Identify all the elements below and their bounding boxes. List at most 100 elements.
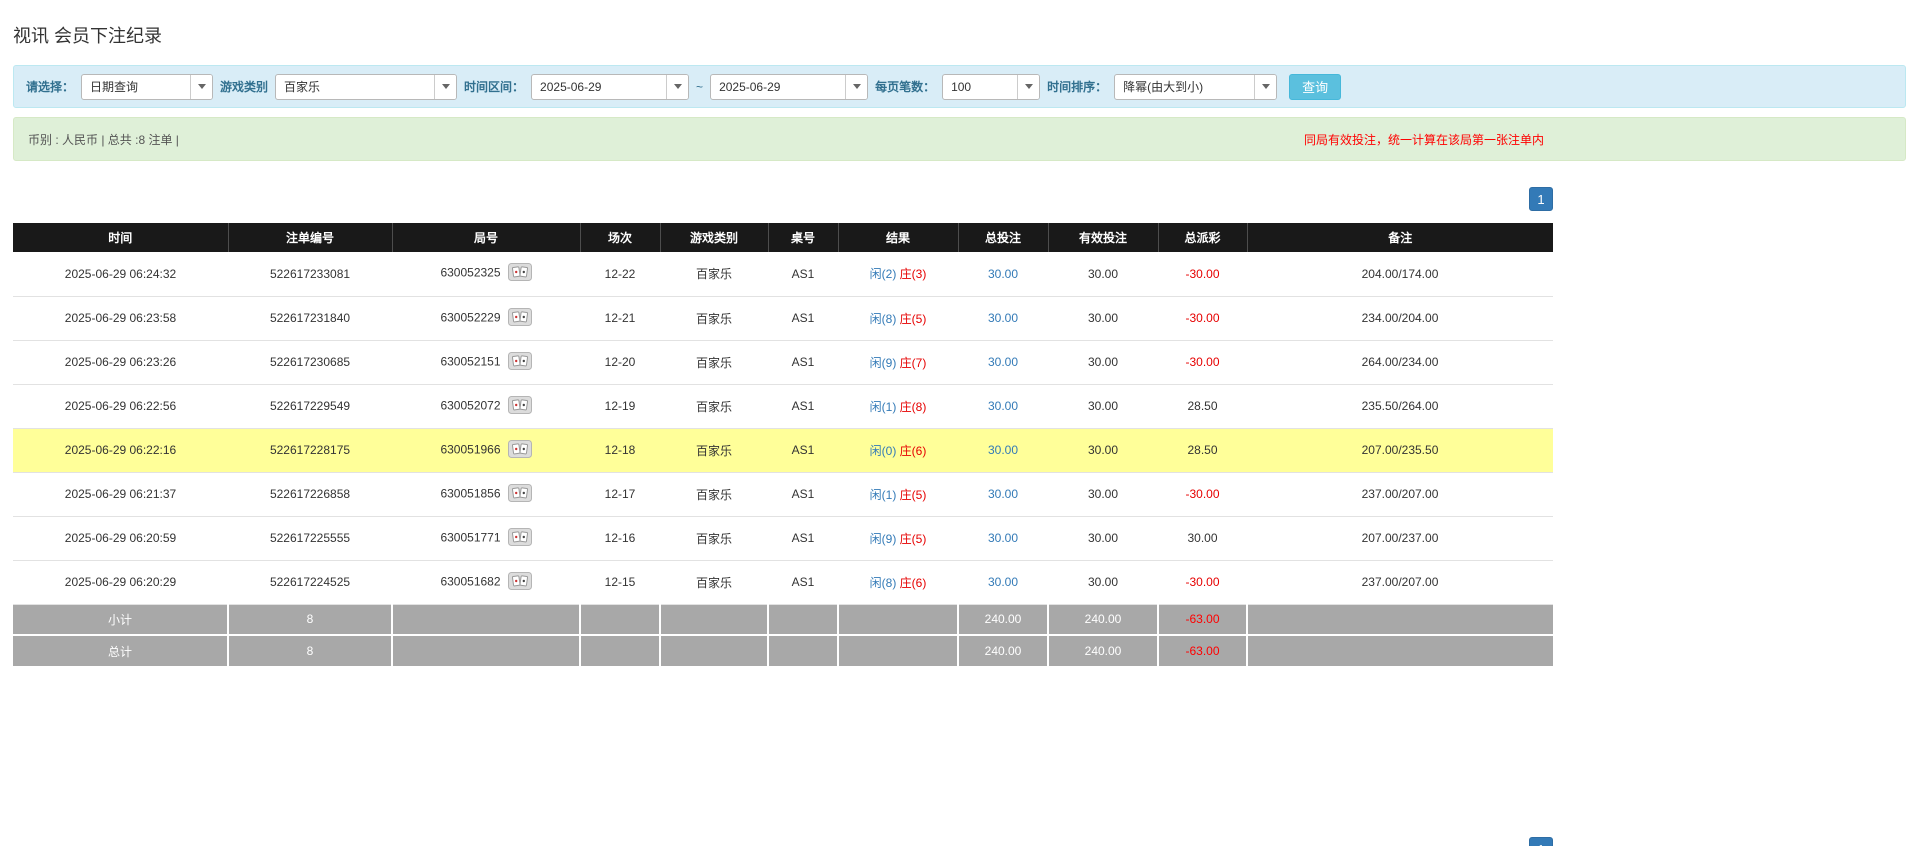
result-player: 闲(8) [869, 575, 897, 590]
cell-game-type: 百家乐 [660, 472, 768, 517]
game-type-dropdown-button[interactable] [434, 74, 457, 99]
cell-result: 闲(9) 庄(5) [838, 516, 958, 561]
game-result-icon[interactable] [507, 263, 532, 284]
total-total-bet: 240.00 [958, 635, 1049, 666]
game-result-icon[interactable] [507, 483, 532, 505]
cell-round: 630052325 [392, 252, 580, 297]
summary-bar: 币别 : 人民币 | 总共 :8 注单 | 同局有效投注，统一计算在该局第一张注… [13, 117, 1906, 161]
column-header-game-type: 游戏类别 [660, 223, 769, 252]
result-banker: 庄(7) [899, 355, 927, 370]
game-result-icon[interactable] [507, 571, 532, 593]
date-to-dropdown-button[interactable] [845, 74, 868, 99]
round-id: 630052072 [440, 398, 501, 413]
cell-game-type: 百家乐 [660, 252, 768, 297]
cell-session: 12-20 [580, 340, 660, 385]
column-header-remark: 备注 [1247, 223, 1553, 252]
sort-dropdown-button[interactable] [1254, 74, 1277, 99]
cell-total-bet-link[interactable]: 30.00 [958, 472, 1048, 517]
total-label: 总计 [13, 635, 229, 666]
cell-total-bet-link[interactable]: 30.00 [958, 516, 1048, 561]
game-result-icon[interactable] [507, 307, 532, 329]
cell-valid-bet: 30.00 [1048, 560, 1158, 605]
cell-result: 闲(0) 庄(6) [838, 428, 958, 473]
cell-valid-bet: 30.00 [1048, 472, 1158, 517]
cell-session: 12-17 [580, 472, 660, 517]
cell-round: 630052151 [392, 340, 580, 385]
cell-remark: 237.00/207.00 [1247, 472, 1553, 517]
table-row: 2025-06-29 06:23:58 522617231840 6300522… [13, 296, 1553, 341]
cell-result: 闲(8) 庄(6) [838, 560, 958, 605]
page-size-label: 每页笔数： [875, 80, 936, 94]
query-type-select[interactable]: 日期查询 [81, 73, 214, 100]
round-id: 630051856 [440, 486, 501, 501]
result-player: 闲(1) [869, 487, 897, 502]
cell-total-bet-link[interactable]: 30.00 [958, 296, 1048, 341]
result-player: 闲(9) [869, 531, 897, 546]
total-valid-bet: 240.00 [1048, 635, 1159, 666]
cell-bet-id: 522617224525 [228, 560, 392, 605]
table-footer: 小计 8 240.00 240.00 -63.00 总计 8 240.00 24… [13, 604, 1553, 666]
column-header-session: 场次 [580, 223, 661, 252]
game-result-icon[interactable] [507, 527, 532, 549]
result-banker: 庄(6) [899, 575, 927, 590]
cell-valid-bet: 30.00 [1048, 340, 1158, 385]
result-player: 闲(2) [869, 267, 897, 282]
cell-payout: -30.00 [1158, 252, 1247, 297]
cell-result: 闲(2) 庄(3) [838, 252, 958, 297]
query-type-dropdown-button[interactable] [190, 74, 213, 99]
table-row: 2025-06-29 06:20:59 522617225555 6300517… [13, 516, 1553, 561]
search-button[interactable]: 查询 [1289, 73, 1342, 100]
round-id: 630052325 [440, 265, 501, 280]
date-to-select[interactable]: 2025-06-29 [710, 73, 869, 100]
cell-time: 2025-06-29 06:20:59 [13, 516, 228, 561]
game-type-label: 游戏类别 [220, 80, 269, 94]
pagination-top: 1 [13, 187, 1553, 211]
cell-bet-id: 522617230685 [228, 340, 392, 385]
game-result-icon[interactable] [507, 439, 532, 461]
cell-payout: -30.00 [1158, 296, 1247, 341]
cell-game-type: 百家乐 [660, 516, 768, 561]
cell-payout: -30.00 [1158, 340, 1247, 385]
cell-total-bet-link[interactable]: 30.00 [958, 428, 1048, 473]
cell-payout: -30.00 [1158, 560, 1247, 605]
column-header-bet-id: 注单编号 [228, 223, 393, 252]
cell-game-type: 百家乐 [660, 560, 768, 605]
subtotal-label: 小计 [13, 604, 229, 636]
cell-table: AS1 [768, 428, 838, 473]
cell-table: AS1 [768, 340, 838, 385]
page-size-select[interactable]: 100 [942, 73, 1041, 100]
subtotal-total-bet: 240.00 [958, 604, 1049, 636]
cell-total-bet-link[interactable]: 30.00 [958, 384, 1048, 429]
cell-total-bet-link[interactable]: 30.00 [958, 252, 1048, 297]
cell-round: 630052072 [392, 384, 580, 429]
subtotal-payout: -63.00 [1158, 604, 1248, 636]
cell-total-bet-link[interactable]: 30.00 [958, 560, 1048, 605]
cell-bet-id: 522617229549 [228, 384, 392, 429]
sort-label: 时间排序： [1047, 80, 1108, 94]
records-body: 2025-06-29 06:24:32 522617233081 6300523… [13, 252, 1553, 605]
game-result-icon[interactable] [507, 395, 532, 417]
game-type-select[interactable]: 百家乐 [275, 73, 458, 100]
round-id: 630051966 [440, 442, 501, 457]
date-from-dropdown-button[interactable] [666, 74, 689, 99]
sort-select[interactable]: 降幂(由大到小) [1114, 73, 1278, 100]
cell-total-bet-link[interactable]: 30.00 [958, 340, 1048, 385]
cell-bet-id: 522617226858 [228, 472, 392, 517]
query-type-label: 请选择： [26, 80, 75, 94]
game-result-icon[interactable] [507, 351, 532, 373]
page-size-dropdown-button[interactable] [1017, 74, 1040, 99]
column-header-payout: 总派彩 [1158, 223, 1248, 252]
page-1-button[interactable]: 1 [1529, 837, 1553, 846]
cell-round: 630051771 [392, 516, 580, 561]
cell-round: 630051856 [392, 472, 580, 517]
result-banker: 庄(5) [899, 531, 927, 546]
round-id: 630052151 [440, 354, 501, 369]
cell-bet-id: 522617228175 [228, 428, 392, 473]
page-title: 视讯 会员下注纪录 [13, 26, 163, 46]
cell-game-type: 百家乐 [660, 384, 768, 429]
date-from-select[interactable]: 2025-06-29 [531, 73, 690, 100]
page-1-button[interactable]: 1 [1529, 187, 1553, 211]
query-type-value: 日期查询 [90, 79, 139, 94]
table-row: 2025-06-29 06:21:37 522617226858 6300518… [13, 472, 1553, 517]
cell-game-type: 百家乐 [660, 428, 768, 473]
